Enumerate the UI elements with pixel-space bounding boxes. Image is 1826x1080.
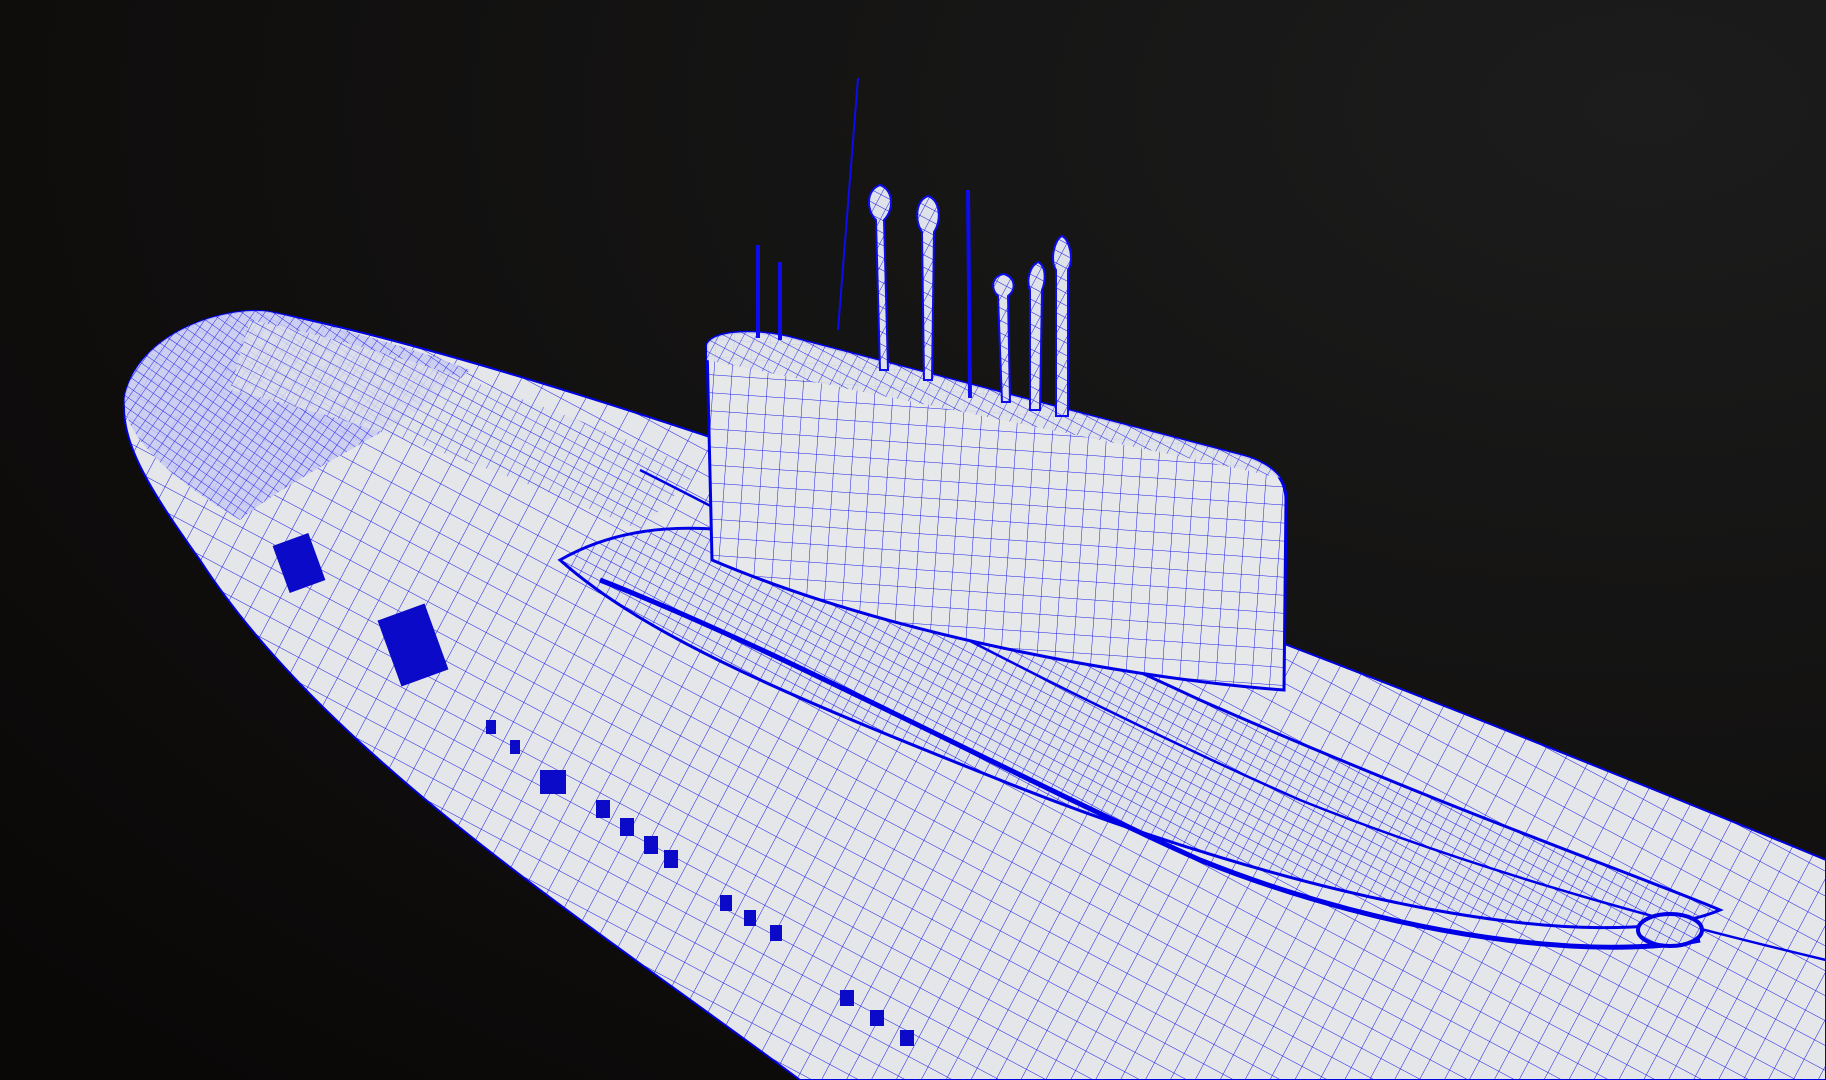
submarine-wireframe-render <box>0 0 1826 1080</box>
deck-hatch <box>1636 912 1704 948</box>
viewport <box>0 0 1826 1080</box>
